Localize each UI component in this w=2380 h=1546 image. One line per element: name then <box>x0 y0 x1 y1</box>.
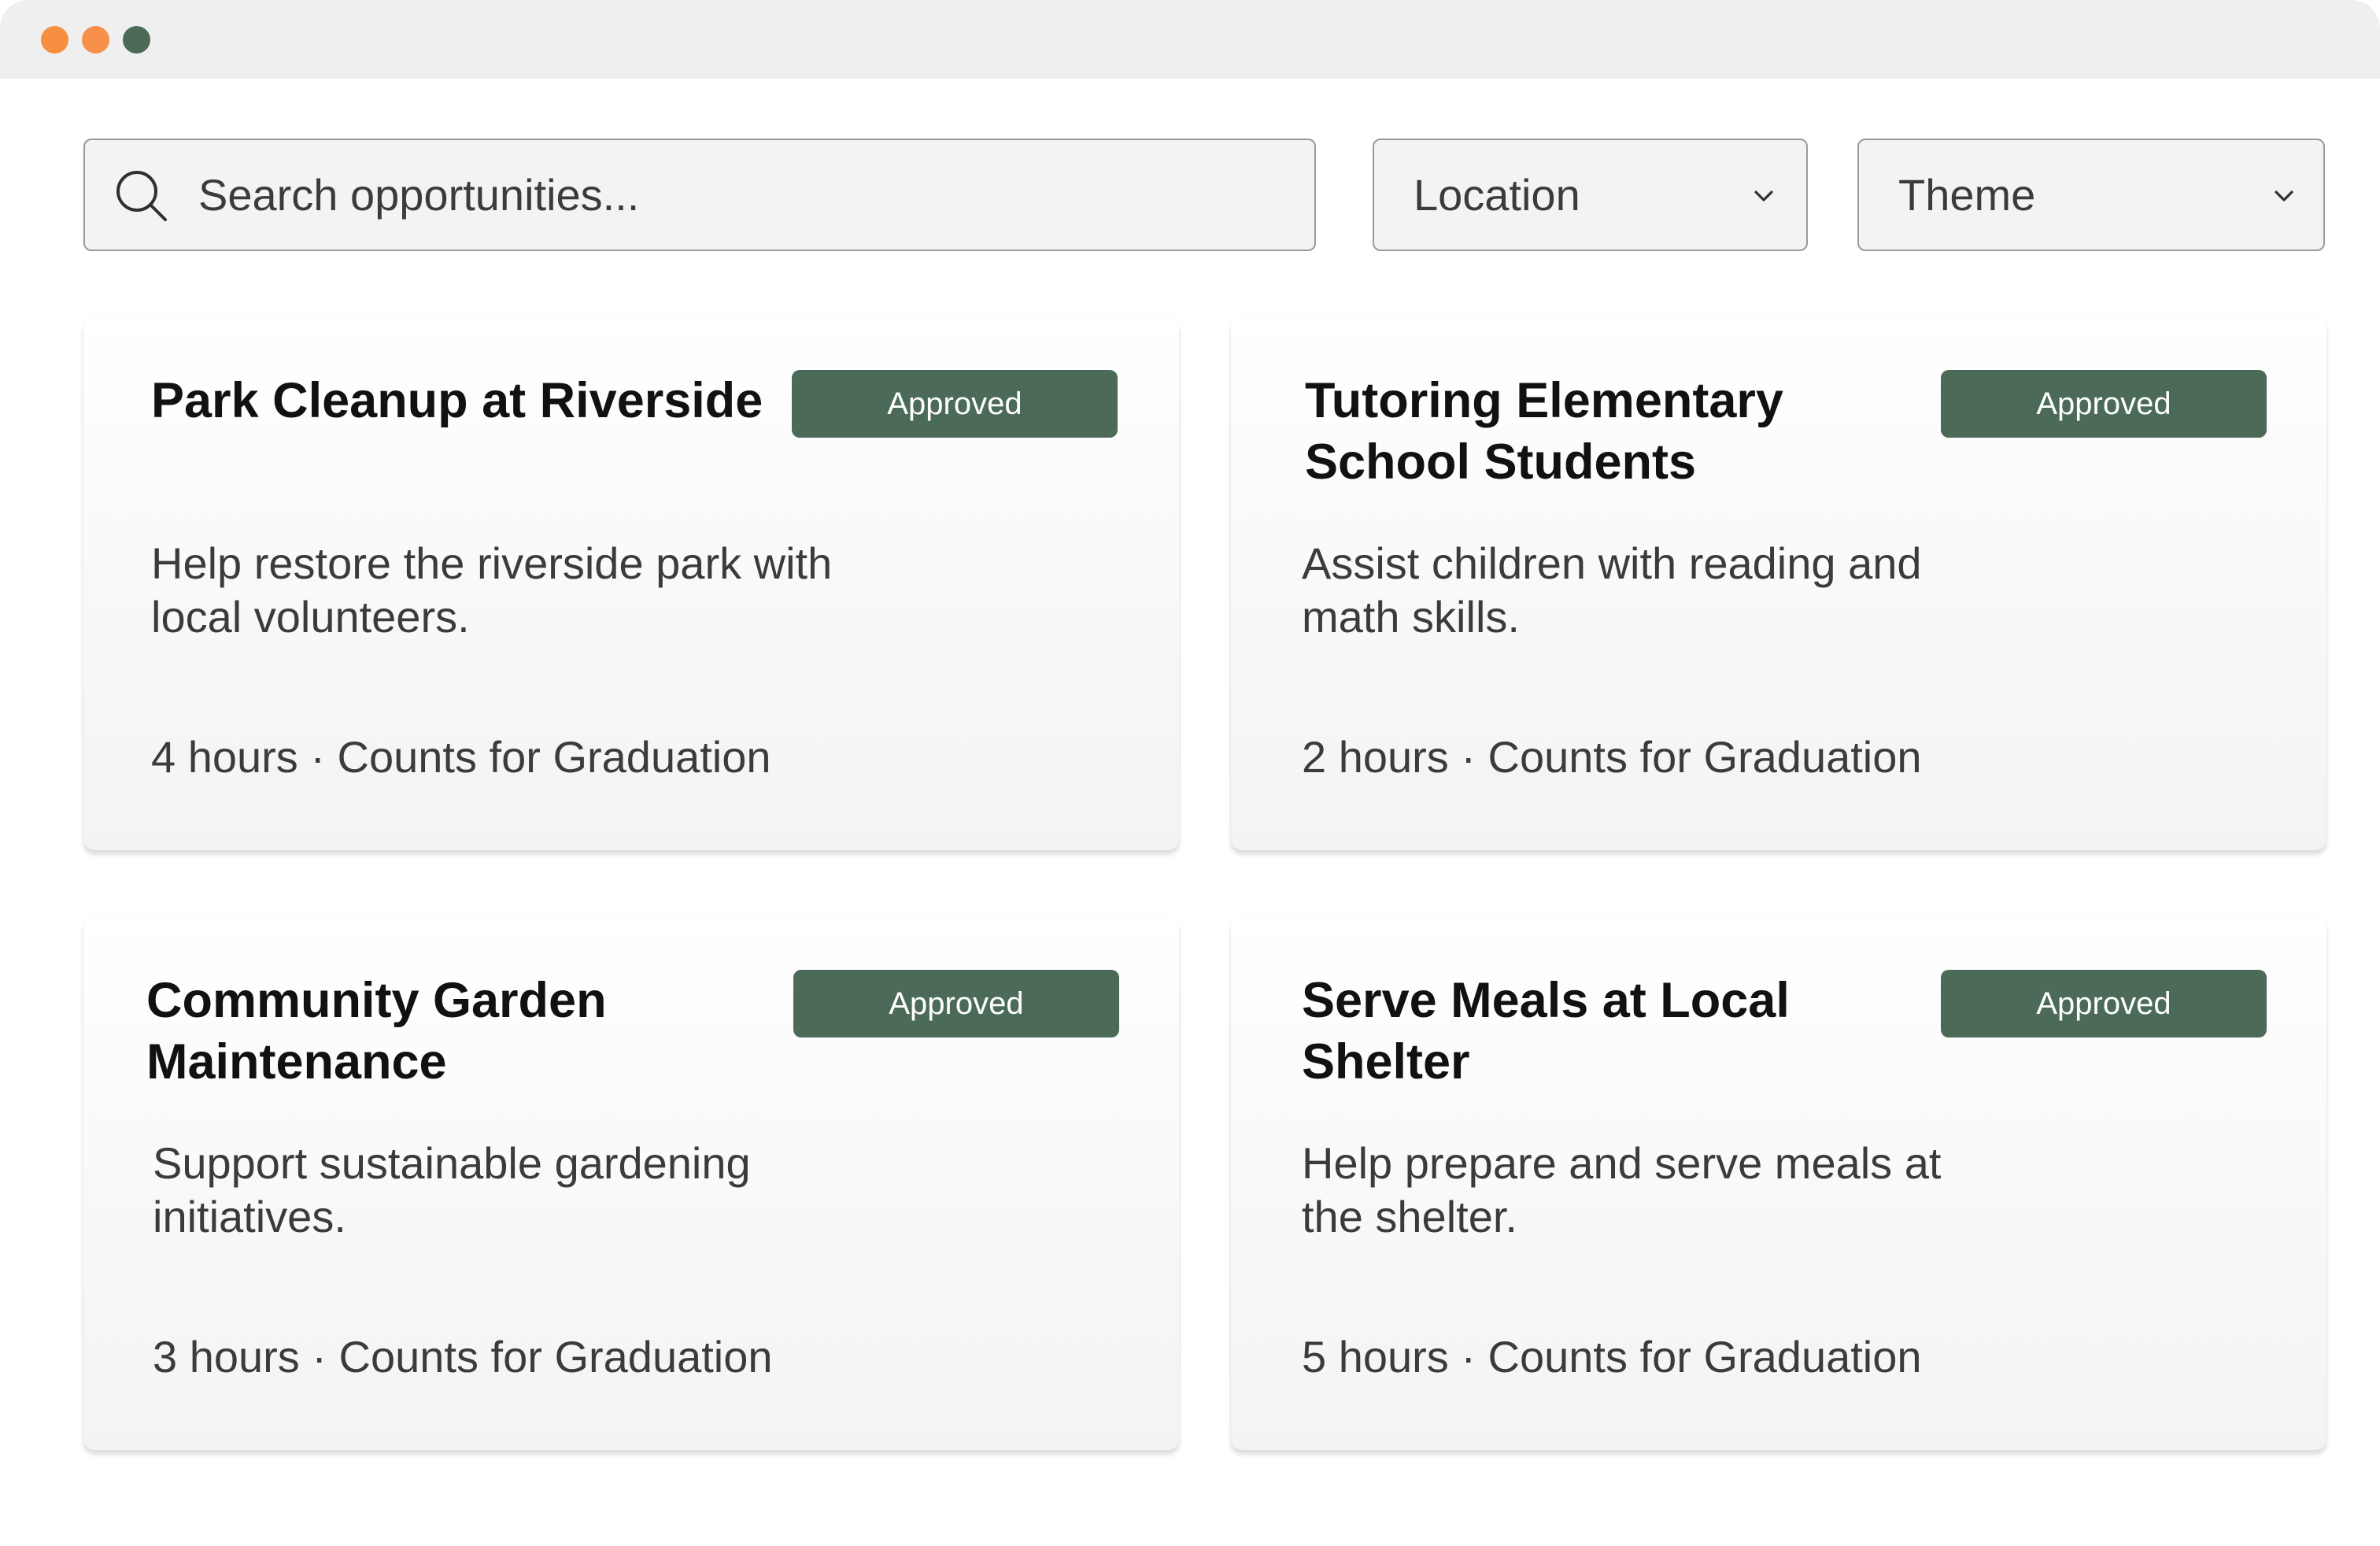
opportunity-meta: 3 hours · Counts for Graduation <box>153 1332 773 1381</box>
opportunity-meta: 5 hours · Counts for Graduation <box>1302 1332 1922 1381</box>
chevron-down-icon <box>1754 190 1773 202</box>
close-window-button[interactable] <box>41 26 68 54</box>
status-badge: Approved <box>1941 370 2267 438</box>
maximize-window-button[interactable] <box>123 26 150 54</box>
minimize-window-button[interactable] <box>82 26 109 54</box>
opportunity-card[interactable]: Community Garden Maintenance Approved Su… <box>83 918 1179 1450</box>
title-bar <box>0 0 2380 79</box>
opportunity-title: Serve Meals at Local Shelter <box>1302 973 1790 1089</box>
opportunity-description: Help prepare and serve meals at the shel… <box>1302 1138 1942 1241</box>
location-filter-label: Location <box>1414 170 1580 220</box>
opportunity-title: Community Garden Maintenance <box>146 973 607 1089</box>
search-bar[interactable] <box>83 139 1316 251</box>
theme-filter-dropdown[interactable]: Theme <box>1857 139 2325 251</box>
opportunity-card[interactable]: Park Cleanup at Riverside Approved Help … <box>83 318 1179 850</box>
opportunity-card[interactable]: Serve Meals at Local Shelter Approved He… <box>1231 918 2326 1450</box>
opportunity-meta: 4 hours · Counts for Graduation <box>151 732 771 782</box>
status-badge: Approved <box>1941 970 2267 1037</box>
opportunity-description: Support sustainable gardening initiative… <box>153 1138 751 1241</box>
opportunity-title: Tutoring Elementary School Students <box>1305 373 1783 490</box>
theme-filter-label: Theme <box>1898 170 2036 220</box>
chevron-down-icon <box>2275 190 2293 202</box>
opportunity-meta: 2 hours · Counts for Graduation <box>1302 732 1922 782</box>
location-filter-dropdown[interactable]: Location <box>1373 139 1808 251</box>
opportunity-title: Park Cleanup at Riverside <box>151 373 763 428</box>
app-window: Location Theme Park Cleanup at Riverside… <box>0 0 2380 1546</box>
opportunity-card[interactable]: Tutoring Elementary School Students Appr… <box>1231 318 2326 850</box>
search-icon <box>116 171 167 221</box>
opportunity-description: Help restore the riverside park with loc… <box>151 538 833 642</box>
status-badge: Approved <box>792 370 1118 438</box>
search-input[interactable] <box>198 140 1284 250</box>
status-badge: Approved <box>793 970 1119 1037</box>
opportunity-description: Assist children with reading and math sk… <box>1302 538 1922 642</box>
